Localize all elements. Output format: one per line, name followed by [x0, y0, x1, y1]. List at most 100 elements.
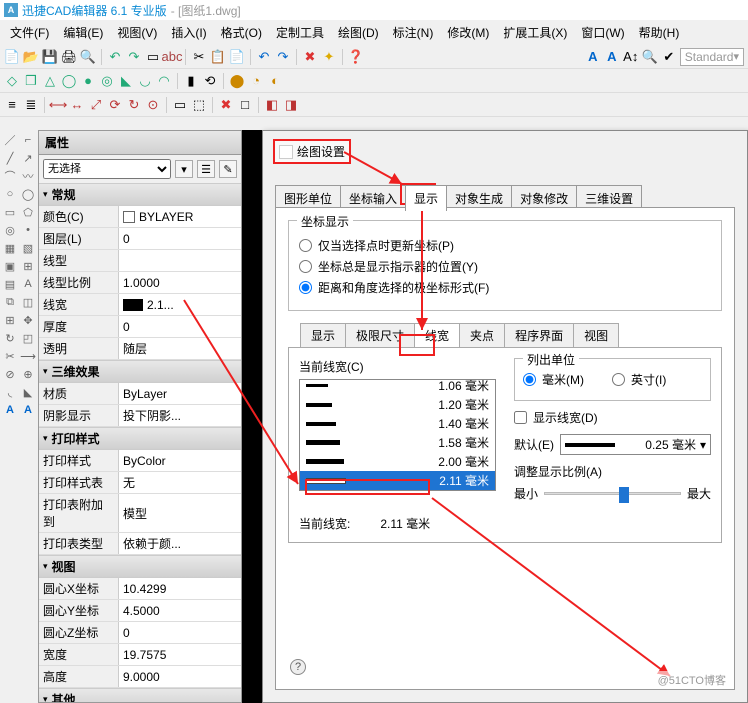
line-icon[interactable]: ／	[2, 132, 18, 148]
shape-cone-icon[interactable]: △	[42, 73, 58, 89]
dim3-icon[interactable]: ⤢	[88, 97, 104, 113]
open-icon[interactable]: 📂	[23, 49, 39, 65]
props-group-header[interactable]: ▾其他	[39, 688, 241, 702]
scale-slider[interactable]	[544, 492, 681, 495]
join-icon[interactable]: ⊕	[20, 366, 36, 382]
shape-cyl-icon[interactable]: ◯	[61, 73, 77, 89]
preview-icon[interactable]: 🔍	[80, 49, 96, 65]
extend-icon[interactable]: ⟶	[20, 348, 36, 364]
menu-item[interactable]: 文件(F)	[4, 22, 55, 43]
revolve-icon[interactable]: ⟲	[202, 73, 218, 89]
lineweight-item[interactable]: 1.58 毫米	[300, 433, 495, 452]
menu-item[interactable]: 绘图(D)	[332, 22, 385, 43]
lineweight-list[interactable]: 1.00 毫米1.06 毫米1.20 毫米1.40 毫米1.58 毫米2.00 …	[299, 379, 496, 491]
pick-icon[interactable]: ☰	[197, 160, 215, 178]
mirror-icon[interactable]: ⧉	[2, 294, 18, 310]
coord-radio[interactable]: 仅当选择点时更新坐标(P)	[299, 237, 711, 254]
dim6-icon[interactable]: ⊙	[145, 97, 161, 113]
dim2-icon[interactable]: ↔	[69, 97, 85, 113]
rotate-icon[interactable]: ↻	[2, 330, 18, 346]
spline-icon[interactable]: 〰	[20, 168, 36, 184]
menu-item[interactable]: 编辑(E)	[57, 22, 109, 43]
props-row[interactable]: 打印样式ByColor	[39, 450, 241, 472]
menu-item[interactable]: 窗口(W)	[575, 22, 630, 43]
menu-item[interactable]: 格式(O)	[215, 22, 268, 43]
mod2-icon[interactable]: ⬚	[191, 97, 207, 113]
props-row[interactable]: 打印表附加到模型	[39, 494, 241, 533]
menu-item[interactable]: 插入(I)	[165, 22, 212, 43]
undo2-icon[interactable]: ↶	[256, 49, 272, 65]
break-icon[interactable]: ⊘	[2, 366, 18, 382]
main-tab[interactable]: 显示	[405, 185, 447, 211]
rect-icon[interactable]: ▭	[2, 204, 18, 220]
style-combo[interactable]: Standard ▾	[680, 48, 744, 66]
redo-icon[interactable]: ↷	[126, 49, 142, 65]
lineweight-item[interactable]: 1.06 毫米	[300, 379, 495, 395]
text1-icon[interactable]: A	[2, 402, 18, 418]
props-row[interactable]: 圆心Y坐标4.5000	[39, 600, 241, 622]
menu-item[interactable]: 扩展工具(X)	[497, 22, 573, 43]
shape-box-icon[interactable]: ◇	[4, 73, 20, 89]
layer2-icon[interactable]: ≣	[23, 97, 39, 113]
selection-combo[interactable]: 无选择	[43, 159, 171, 179]
props-row[interactable]: 高度9.0000	[39, 666, 241, 688]
props-row[interactable]: 厚度0	[39, 316, 241, 338]
scale-icon[interactable]: ◰	[20, 330, 36, 346]
sub-tab[interactable]: 视图	[573, 323, 619, 347]
font-icon[interactable]: abc	[164, 49, 180, 65]
mtext-icon[interactable]: A	[20, 276, 36, 292]
paste-icon[interactable]: 📄	[229, 49, 245, 65]
props-row[interactable]: 宽度19.7575	[39, 644, 241, 666]
show-lw-checkbox[interactable]: 显示线宽(D)	[514, 409, 711, 426]
props-row[interactable]: 阴影显示投下阴影...	[39, 405, 241, 427]
region-icon[interactable]: ▧	[20, 240, 36, 256]
mod5-icon[interactable]: ◧	[264, 97, 280, 113]
dim5-icon[interactable]: ↻	[126, 97, 142, 113]
arc-icon[interactable]: ⌒	[2, 168, 18, 184]
props-row[interactable]: 材质ByLayer	[39, 383, 241, 405]
pipette-icon[interactable]: ✎	[219, 160, 237, 178]
menu-item[interactable]: 修改(M)	[441, 22, 495, 43]
subtract-icon[interactable]: ◔	[248, 73, 264, 89]
shape-torus-icon[interactable]: ◎	[99, 73, 115, 89]
menu-item[interactable]: 标注(N)	[387, 22, 440, 43]
menu-item[interactable]: 视图(V)	[111, 22, 163, 43]
mod4-icon[interactable]: □	[237, 97, 253, 113]
sub-tab[interactable]: 线宽	[414, 323, 460, 347]
props-row[interactable]: 颜色(C)BYLAYER	[39, 206, 241, 228]
block-icon[interactable]: ▣	[2, 258, 18, 274]
pline-icon[interactable]: ⌐	[20, 132, 36, 148]
shape-sphere-icon[interactable]: ●	[80, 73, 96, 89]
new-icon[interactable]: 📄	[4, 49, 20, 65]
donut-icon[interactable]: ◎	[2, 222, 18, 238]
coord-radio[interactable]: 坐标总是显示指示器的位置(Y)	[299, 258, 711, 275]
text-find-icon[interactable]: 🔍	[642, 49, 658, 65]
save-icon[interactable]: 💾	[42, 49, 58, 65]
lineweight-item[interactable]: 2.11 毫米	[300, 471, 495, 490]
props-group-header[interactable]: ▾视图	[39, 555, 241, 578]
lineweight-item[interactable]: 1.40 毫米	[300, 414, 495, 433]
undo-icon[interactable]: ↶	[107, 49, 123, 65]
copy-icon[interactable]: 📋	[210, 49, 226, 65]
dim4-icon[interactable]: ⟳	[107, 97, 123, 113]
props-row[interactable]: 圆心Z坐标0	[39, 622, 241, 644]
shape-wedge-icon[interactable]: ◣	[118, 73, 134, 89]
chamfer-icon[interactable]: ◣	[20, 384, 36, 400]
props-row[interactable]: 线宽2.1...	[39, 294, 241, 316]
coord-radio[interactable]: 距离和角度选择的极坐标形式(F)	[299, 279, 711, 296]
move-icon[interactable]: ✥	[20, 312, 36, 328]
text2-icon[interactable]: A	[20, 402, 36, 418]
extrude-icon[interactable]: ▮	[183, 73, 199, 89]
props-row[interactable]: 线型	[39, 250, 241, 272]
intersect-icon[interactable]: ◐	[267, 73, 283, 89]
props-group-header[interactable]: ▾三维效果	[39, 360, 241, 383]
hatch-icon[interactable]: ▦	[2, 240, 18, 256]
lineweight-item[interactable]: 2.00 毫米	[300, 452, 495, 471]
shape-dish-icon[interactable]: ◡	[137, 73, 153, 89]
props-row[interactable]: 透明随层	[39, 338, 241, 360]
print-icon[interactable]: 🖨	[61, 49, 77, 65]
props-row[interactable]: 线型比例1.0000	[39, 272, 241, 294]
help-icon[interactable]: ❓	[348, 49, 364, 65]
text-a2-icon[interactable]: A	[604, 49, 620, 65]
circle-icon[interactable]: ○	[2, 186, 18, 202]
